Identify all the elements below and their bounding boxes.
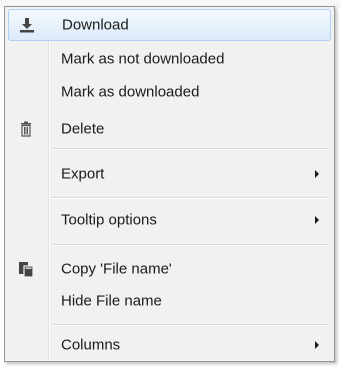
menu-item-label: Tooltip options [61,211,157,229]
context-menu: Download Mark as not downloaded Mark as … [4,6,335,362]
menu-item-mark-downloaded[interactable]: Mark as downloaded [8,76,331,108]
menu-item-download[interactable]: Download [8,9,331,41]
menu-item-delete[interactable]: Delete [8,113,331,145]
menu-item-tooltip-options[interactable]: Tooltip options [8,204,331,236]
submenu-arrow-icon [315,216,319,224]
submenu-arrow-icon [315,341,319,349]
menu-item-label: Mark as downloaded [61,83,200,101]
menu-item-export[interactable]: Export [8,158,331,190]
menu-item-copy-file-name[interactable]: Copy 'File name' [8,253,331,285]
download-icon [18,16,36,34]
menu-item-label: Columns [61,336,121,354]
menu-item-hide-file-name[interactable]: Hide File name [8,285,331,317]
menu-separator [51,197,329,199]
submenu-arrow-icon [315,170,319,178]
menu-item-label: Hide File name [61,292,162,310]
menu-item-label: Export [61,165,105,183]
menu-item-columns[interactable]: Columns [8,329,331,361]
copy-icon [17,260,35,278]
menu-item-label: Delete [61,120,105,138]
menu-item-label: Download [62,16,129,34]
menu-separator [51,244,329,246]
menu-item-label: Copy 'File name' [61,260,172,278]
menu-separator [51,324,329,326]
menu-item-label: Mark as not downloaded [61,50,225,68]
trash-icon [17,120,35,138]
menu-separator [51,148,329,150]
menu-item-mark-not-downloaded[interactable]: Mark as not downloaded [8,43,331,75]
